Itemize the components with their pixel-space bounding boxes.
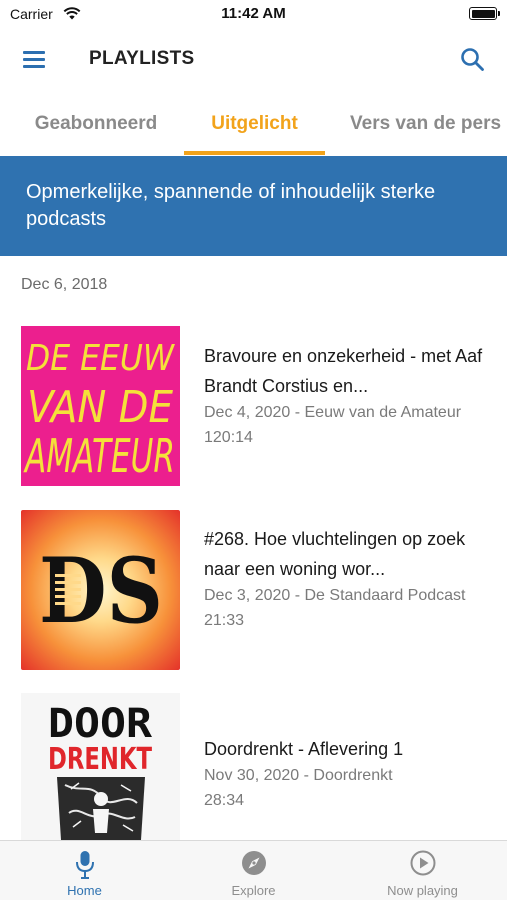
playlist-date: Dec 6, 2018 xyxy=(21,276,108,293)
cover-line: DOOR xyxy=(48,701,153,747)
menu-button[interactable] xyxy=(22,48,48,70)
status-time: 11:42 AM xyxy=(221,5,286,22)
episode-title: Doordrenkt - Aflevering 1 xyxy=(204,739,404,759)
play-circle-icon xyxy=(410,850,435,876)
episode-row[interactable]: DOOR DRENKT Doordrenkt - Aflevering 1 No… xyxy=(0,693,507,855)
tab-geabonneerd[interactable]: Geabonneerd xyxy=(18,100,174,156)
playlist-description-banner: Opmerkelijke, spannende of inhoudelijk s… xyxy=(0,156,507,256)
podcast-cover-de-standaard: DS xyxy=(21,510,180,670)
cover-line: VAN DE xyxy=(27,382,173,433)
hamburger-icon xyxy=(23,51,45,54)
cover-line: DRENKT xyxy=(48,742,152,777)
episode-meta: Dec 4, 2020 - Eeuw van de Amateur xyxy=(204,404,462,421)
tab-uitgelicht[interactable]: Uitgelicht xyxy=(184,100,325,156)
episode-duration: 21:33 xyxy=(204,611,245,629)
tab-now-playing[interactable]: Now playing xyxy=(338,841,507,900)
search-button[interactable] xyxy=(459,46,487,74)
tab-home-label: Home xyxy=(67,883,102,898)
episode-title: Bravoure en onzekerheid - met Aaf Brandt… xyxy=(204,346,483,396)
cover-line: DE EEUW xyxy=(26,338,175,379)
episode-duration: 120:14 xyxy=(204,428,253,446)
tab-home[interactable]: Home xyxy=(0,841,169,900)
tab-now-playing-label: Now playing xyxy=(387,883,458,898)
active-tab-indicator xyxy=(184,151,325,155)
cover-line: AMATEUR xyxy=(23,429,175,483)
episode-duration: 28:34 xyxy=(204,791,245,809)
tab-explore-label: Explore xyxy=(231,883,276,898)
page-title: PLAYLISTS xyxy=(89,48,195,69)
search-icon xyxy=(461,48,484,71)
tab-vers-van-de-pers[interactable]: Vers van de pers xyxy=(350,100,507,156)
playlist-tabs: Geabonneerd Uitgelicht Vers van de pers xyxy=(0,100,507,156)
episode-title: #268. Hoe vluchtelingen op zoek naar een… xyxy=(204,529,466,579)
battery-icon xyxy=(469,7,500,20)
podcast-cover-eeuw-van-de-amateur: DE EEUW VAN DE AMATEUR xyxy=(21,326,180,486)
tab-explore[interactable]: Explore xyxy=(169,841,338,900)
episode-meta: Nov 30, 2020 - Doordrenkt xyxy=(204,767,393,784)
status-bar: Carrier 11:42 AM xyxy=(0,0,507,28)
bottom-tab-bar: Home Explore Now playing xyxy=(0,840,507,900)
episode-row[interactable]: DE EEUW VAN DE AMATEUR Bravoure en onzek… xyxy=(0,326,507,488)
illustration-icon xyxy=(57,777,145,840)
microphone-icon xyxy=(75,851,94,879)
episode-meta: Dec 3, 2020 - De Standaard Podcast xyxy=(204,587,466,604)
episode-row[interactable]: DS #268. Hoe vluchtelingen op zoek naar … xyxy=(0,510,507,672)
podcast-cover-doordrenkt: DOOR DRENKT xyxy=(21,693,180,840)
compass-icon xyxy=(241,851,266,875)
app-bar: PLAYLISTS xyxy=(0,28,507,90)
